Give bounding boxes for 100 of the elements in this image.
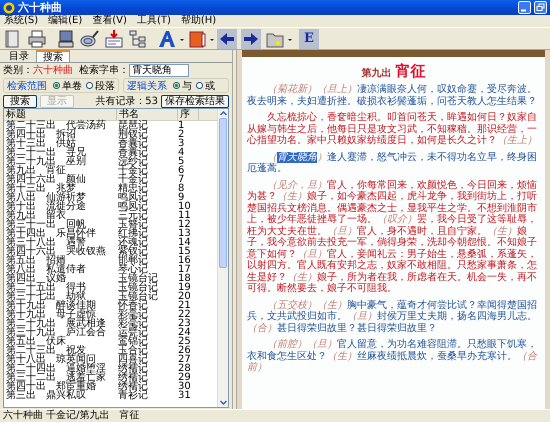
table-cell-text: 第九出 宵征 xyxy=(5,166,66,175)
table-cell-text: 千金记 xyxy=(117,166,149,175)
table-cell-text: 第三十二出 逃羞亡家 xyxy=(5,373,107,382)
table-cell-text: 第八出 私遣侍者 xyxy=(5,265,87,274)
table-cell-text: 三元记 xyxy=(117,211,149,220)
table-cell-text: 彩毫记 xyxy=(118,310,149,319)
text-button[interactable]: E xyxy=(299,28,319,48)
table-cell-text: 琵琶记 xyxy=(117,121,149,130)
table-cell-text: 玉镜台记 xyxy=(117,283,159,292)
table-cell-text: 千金记 xyxy=(117,175,149,184)
toolbar-button[interactable] xyxy=(26,28,48,48)
scroll-thumb[interactable] xyxy=(219,118,227,268)
save-results-button[interactable]: 保存检索结果 xyxy=(161,94,229,108)
table-cell-text: 鸾锦记 xyxy=(117,337,149,346)
table-cell-text: 四喜记 xyxy=(117,355,149,364)
search-field[interactable]: 霄天晓角 xyxy=(129,64,189,76)
table-cell-text: 第十八出 琼英闻问 xyxy=(5,355,96,364)
verse-paragraph: （五交枝）（生）胸中豪气，蕴奇才何尝比试？幸闻得楚国招兵，文共武投归如市。（旦）封侯万里丈夫期，扬名四海男儿志。 （合）甚日得荣归故里？甚日得荣归故里？ xyxy=(246,300,538,334)
table-cell-text: 第四十六出 哭收钗燕 xyxy=(5,247,107,256)
prose-paragraph: （见介，旦）官人，你每常回来，欢颜悦色，今日回来，烦恼为甚？（生）娘子，如今豪杰四起，虎斗龙争，我到街坊上，打听楚国招兵文榜消息。偶遇豪杰之士，显我平生之学。不想到淮阴市上，被少年恶徒挫辱了一场。（叹介）罢，我今日受了这等耻辱，枉为大丈夫在世。（旦）官人，身不遇时，且自宁家。（生）娘子，我今意欲前去投充一军，倘得身荣，洗却今朝怨恨。不知娘子意下如何？（旦）官人，妾闻礼云：男子始生，悬桑弧，系蓬矢，以射四方。官人既有安邦之志，奴家不敢相阻。只愁家事萧条，怎生是好？（生）娘子，所为者在我，所虑者在天。机会一失，再不可得。断然要去，娘子不可阻我。 xyxy=(246,180,538,294)
search-button[interactable]: 搜索 xyxy=(3,94,37,108)
toolbar-button[interactable] xyxy=(240,28,262,48)
table-cell-text: 浣纱记 xyxy=(117,157,149,166)
table-cell-text: 邯郸记 xyxy=(117,256,149,265)
table-cell-text: 16 xyxy=(177,256,192,265)
category-label: 类别： xyxy=(3,64,33,77)
table-cell-text: 第十三出 供姑 xyxy=(5,139,76,148)
column-header[interactable]: 标题 xyxy=(4,109,117,120)
table-cell-text: 2 xyxy=(177,130,186,139)
table-cell-text: 绣襦记 xyxy=(117,373,149,382)
table-cell-text: 1 xyxy=(177,121,186,130)
verse-paragraph: （前腔）（旦）官人留意，为功名难容阻滞。只愁眼下饥寒，衣和食怎生区处？（生）丝麻夜绩抵晨炊，蚕桑早办充寒计。（合前） xyxy=(246,339,538,374)
status-text: 宵征 xyxy=(120,410,140,422)
act-title: 宵征 xyxy=(396,62,426,81)
toolbar-button[interactable] xyxy=(79,28,101,48)
table-cell-text: 怀香记 xyxy=(116,301,148,310)
menu-item[interactable]: 帮助(H) xyxy=(180,15,216,27)
toolbar-button[interactable] xyxy=(103,28,125,48)
act-number: 第九出 xyxy=(362,66,392,80)
table-cell-text: 运甓记 xyxy=(117,328,149,337)
table-cell-text: 21 xyxy=(177,301,192,310)
toolbar-button[interactable] xyxy=(156,28,178,48)
record-count: 共有记录：53 xyxy=(95,94,158,108)
table-cell-text: 17 xyxy=(177,265,192,274)
table-cell-text: 24 xyxy=(177,328,192,337)
table-cell-text: 第三出 鼎兴私叹 xyxy=(5,391,86,400)
table-cell-text: 31 xyxy=(177,391,192,400)
table-cell-text: 第二十九出 巫别 xyxy=(5,157,87,166)
table-cell-text: 第二十三出 祝发 xyxy=(5,346,86,355)
table-cell-text: 精忠记 xyxy=(117,184,149,193)
table-cell-text: 10 xyxy=(177,202,192,211)
app-icon xyxy=(3,2,15,14)
column-header[interactable]: 序 xyxy=(178,109,199,120)
table-cell-text: 第二十四出 逼婚堕淫 xyxy=(5,364,107,373)
table-cell-text: 第四十出 郑宦重婚 xyxy=(5,382,96,391)
tab[interactable]: 目录 xyxy=(2,50,36,62)
status-text: 六十种曲 千金记/第九出 xyxy=(3,410,110,422)
table-cell-text: 还魂记 xyxy=(117,238,149,247)
table-cell-text: 第十九出 母子虚惊 xyxy=(5,310,96,319)
menu-item[interactable]: 工具(T) xyxy=(136,15,171,27)
table-cell-text: 第三十七出 劫狱 xyxy=(5,292,86,301)
tab[interactable]: 搜索 xyxy=(36,50,70,62)
radio-option[interactable]: 或 xyxy=(196,78,215,92)
table-cell-text: 6 xyxy=(177,166,186,175)
table-cell-text: 28 xyxy=(177,364,192,373)
table-cell-text: 22 xyxy=(177,310,192,319)
category-value: 六十种曲 xyxy=(33,64,73,77)
restore-icon[interactable] xyxy=(534,1,547,14)
table-cell-text: 第十四出 乐昌怀伴 xyxy=(5,229,97,238)
table-cell-text: 第四十六出 颜仙 xyxy=(5,175,87,184)
table-cell-text: 7 xyxy=(177,175,186,184)
table-cell-text: 14 xyxy=(177,238,192,247)
table-cell-text: 玉镜台记 xyxy=(117,274,159,283)
table-cell-text: 第十三出 兆梦 xyxy=(5,184,76,193)
scrollbar[interactable] xyxy=(217,109,228,407)
table-cell-text: 第四出 议婚 xyxy=(5,274,66,283)
table-cell-text: 第二十三出 代尝汤药 xyxy=(5,121,107,130)
radio-option[interactable]: 与 xyxy=(173,78,192,92)
font-icon xyxy=(157,28,177,48)
table-cell-text: 琴心记 xyxy=(117,265,148,274)
table-cell-text: 12 xyxy=(177,220,192,229)
toolbar-button[interactable] xyxy=(216,28,238,48)
table-cell-text: 香囊记 xyxy=(117,139,149,148)
menu-item[interactable]: 系统(S) xyxy=(4,15,38,27)
table-cell-text: 绣襦记 xyxy=(117,364,149,373)
table-cell-text: 鸣凤记 xyxy=(117,193,149,202)
minimize-icon[interactable] xyxy=(518,1,531,14)
menu-item[interactable]: 编辑(E) xyxy=(48,15,82,27)
table-cell-text: 19 xyxy=(177,283,192,292)
table-cell-text: 第二十五出 得书 xyxy=(5,283,87,292)
radio-option[interactable]: 段落 xyxy=(86,78,115,92)
magnifier-icon xyxy=(80,28,100,48)
table-cell-text: 绣襦记 xyxy=(117,382,149,391)
radio-option[interactable]: 单卷 xyxy=(53,78,82,92)
table-cell-text: 青衫记 xyxy=(117,391,149,400)
table-cell-text: 香囊记 xyxy=(117,148,149,157)
table-cell-text: 15 xyxy=(177,247,192,256)
menu-item[interactable]: 查看(V) xyxy=(92,15,127,27)
column-header[interactable]: 书名 xyxy=(117,109,178,120)
table-cell-text: 27 xyxy=(177,355,192,364)
